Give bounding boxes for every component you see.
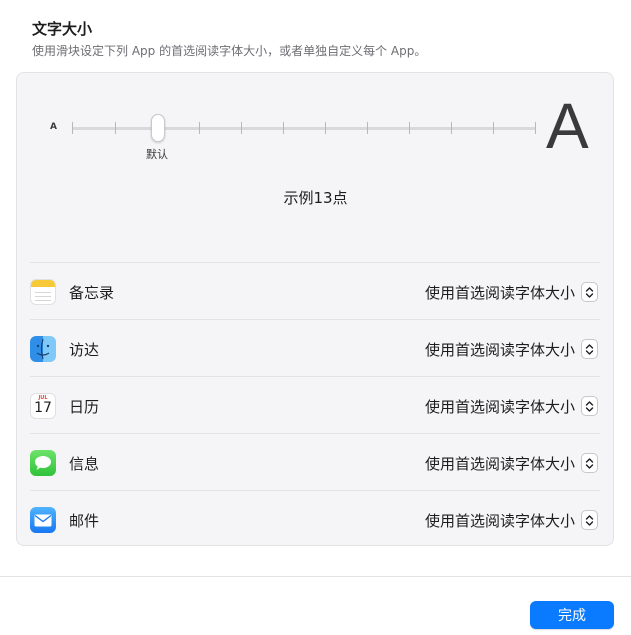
popup-value: 使用首选阅读字体大小: [424, 283, 575, 302]
slider-tick: [535, 122, 536, 134]
app-name: 信息: [69, 455, 100, 473]
sheet-title: 文字大小: [32, 20, 93, 38]
chevron-up-down-icon[interactable]: [581, 510, 598, 530]
messages-app-icon: [30, 450, 56, 476]
text-size-slider-track[interactable]: [72, 127, 536, 130]
text-size-slider-knob[interactable]: [151, 114, 165, 142]
slider-tick: [367, 122, 368, 134]
slider-tick: [325, 122, 326, 134]
app-row-finder: 访达 使用首选阅读字体大小: [30, 319, 600, 375]
font-size-popup-messages[interactable]: 使用首选阅读字体大小: [425, 451, 598, 475]
font-size-popup-notes[interactable]: 使用首选阅读字体大小: [425, 280, 598, 304]
app-name: 邮件: [69, 512, 100, 530]
app-row-messages: 信息 使用首选阅读字体大小: [30, 433, 600, 489]
popup-value: 使用首选阅读字体大小: [424, 340, 575, 359]
footer-divider: [0, 576, 631, 577]
font-size-popup-mail[interactable]: 使用首选阅读字体大小: [425, 508, 598, 532]
calendar-app-icon: JUL 17: [30, 393, 56, 419]
slider-tick: [241, 122, 242, 134]
slider-tick: [283, 122, 284, 134]
slider-tick: [72, 122, 73, 134]
small-text-indicator: A: [50, 122, 57, 132]
notes-app-icon: [30, 279, 56, 305]
done-button[interactable]: 完成: [530, 601, 614, 629]
chevron-up-down-icon[interactable]: [581, 282, 598, 302]
calendar-day: 17: [34, 400, 52, 416]
font-size-popup-calendar[interactable]: 使用首选阅读字体大小: [425, 394, 598, 418]
default-size-label: 默认: [146, 148, 168, 161]
popup-value: 使用首选阅读字体大小: [424, 454, 575, 473]
chevron-up-down-icon[interactable]: [581, 396, 598, 416]
app-name: 备忘录: [69, 284, 115, 302]
slider-tick: [199, 122, 200, 134]
app-name: 日历: [69, 398, 100, 416]
sheet-subtitle: 使用滑块设定下列 App 的首选阅读字体大小，或者单独自定义每个 App。: [32, 44, 427, 58]
large-text-indicator: A: [546, 90, 589, 162]
slider-tick: [451, 122, 452, 134]
popup-value: 使用首选阅读字体大小: [424, 511, 575, 530]
app-row-notes: 备忘录 使用首选阅读字体大小: [30, 262, 600, 318]
app-row-mail: 邮件 使用首选阅读字体大小: [30, 490, 600, 546]
app-row-calendar: JUL 17 日历 使用首选阅读字体大小: [30, 376, 600, 432]
chevron-up-down-icon[interactable]: [581, 453, 598, 473]
chevron-up-down-icon[interactable]: [581, 339, 598, 359]
sample-text-preview: 示例13点: [283, 189, 348, 207]
slider-tick: [115, 122, 116, 134]
app-name: 访达: [69, 341, 100, 359]
mail-app-icon: [30, 507, 56, 533]
finder-app-icon: [30, 336, 56, 362]
slider-tick: [493, 122, 494, 134]
font-size-popup-finder[interactable]: 使用首选阅读字体大小: [425, 337, 598, 361]
slider-tick: [409, 122, 410, 134]
popup-value: 使用首选阅读字体大小: [424, 397, 575, 416]
